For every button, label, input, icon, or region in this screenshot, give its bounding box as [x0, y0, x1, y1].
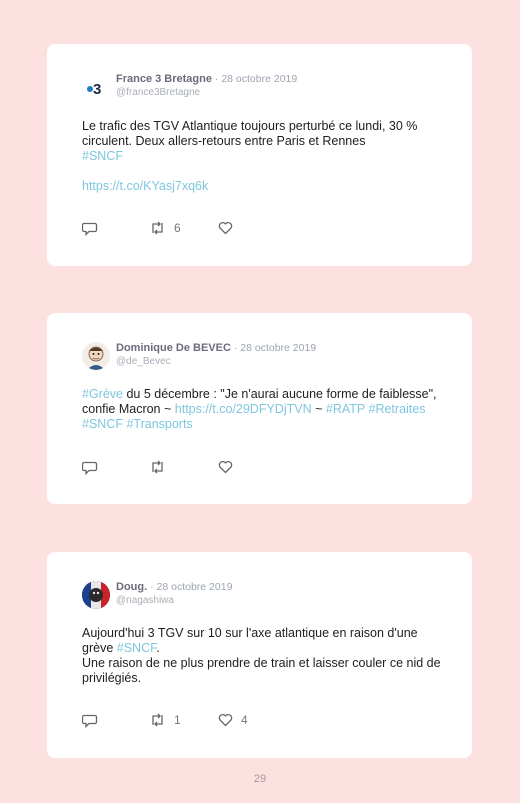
page-number: 29 — [253, 773, 267, 785]
tweet-actions — [82, 460, 442, 476]
reply-icon — [82, 461, 98, 475]
retweet-count: 6 — [174, 221, 181, 235]
retweet-button[interactable] — [149, 460, 174, 474]
author-name[interactable]: France 3 Bretagne — [116, 73, 212, 85]
author-handle[interactable]: @nagashiwa — [116, 594, 232, 607]
author-name[interactable]: Doug. — [116, 581, 147, 593]
tweet-header: France 3 Bretagne · 28 octobre 2019 @fra… — [116, 73, 297, 99]
cartoon-avatar-icon[interactable] — [82, 342, 110, 370]
heart-icon — [218, 460, 233, 474]
tweet-card: 3 France 3 Bretagne · 28 octobre 2019 @f… — [47, 44, 472, 266]
reply-icon — [82, 222, 98, 236]
reply-button[interactable] — [82, 221, 98, 236]
url-link[interactable]: https://t.co/KYasj7xq6k — [82, 179, 208, 193]
separator: · — [230, 342, 241, 354]
like-button[interactable] — [218, 221, 241, 235]
separator: · — [147, 581, 157, 593]
tweet-date[interactable]: 28 octobre 2019 — [157, 581, 233, 593]
tweet-date[interactable]: 28 octobre 2019 — [240, 342, 316, 354]
heart-icon — [218, 221, 233, 235]
retweet-icon — [152, 221, 163, 235]
france3-logo-icon[interactable]: 3 — [82, 73, 110, 101]
reply-button[interactable] — [82, 713, 98, 728]
author-handle[interactable]: @france3Bretagne — [116, 86, 297, 99]
retweet-icon — [152, 713, 163, 727]
separator: · — [211, 73, 222, 85]
svg-text:3: 3 — [93, 81, 101, 98]
tweet-text-body-2: Une raison de ne plus prendre de train e… — [82, 656, 441, 685]
tweet-card: Doug. · 28 octobre 2019 @nagashiwa Aujou… — [47, 552, 472, 758]
tweet-text-punct: . — [156, 641, 160, 655]
flag-avatar-icon[interactable] — [82, 581, 110, 609]
reply-icon — [82, 714, 98, 728]
tweet-text-body: Le trafic des TGV Atlantique toujours pe… — [82, 119, 418, 148]
heart-icon — [218, 713, 233, 727]
like-button[interactable] — [218, 460, 241, 474]
retweet-count: 1 — [174, 713, 181, 727]
tweet-date[interactable]: 28 octobre 2019 — [221, 73, 297, 85]
tweet-header: Dominique De BEVEC · 28 octobre 2019 @de… — [116, 342, 316, 368]
tweet-text: #Grève du 5 décembre : "Je n'aurai aucun… — [82, 387, 442, 432]
hashtag-link[interactable]: #SNCF — [117, 641, 157, 655]
hashtag-link[interactable]: #SNCF — [82, 149, 123, 163]
author-name[interactable]: Dominique De BEVEC — [116, 342, 231, 354]
reply-button[interactable] — [82, 460, 98, 475]
like-count: 4 — [241, 713, 248, 727]
retweet-button[interactable]: 6 — [149, 221, 181, 235]
tweet-actions: 6 — [82, 221, 442, 237]
tweet-text: Le trafic des TGV Atlantique toujours pe… — [82, 119, 442, 194]
retweet-button[interactable]: 1 — [149, 713, 181, 727]
tweet-header: Doug. · 28 octobre 2019 @nagashiwa — [116, 581, 232, 607]
tweet-actions: 1 4 — [82, 713, 442, 729]
like-button[interactable]: 4 — [218, 713, 248, 727]
retweet-icon — [152, 460, 163, 474]
tweet-card: Dominique De BEVEC · 28 octobre 2019 @de… — [47, 313, 472, 504]
hashtag-link[interactable]: #Grève — [82, 387, 123, 401]
url-link[interactable]: https://t.co/29DFYDjTVN — [175, 402, 312, 416]
author-handle[interactable]: @de_Bevec — [116, 355, 316, 368]
tweet-text: Aujourd'hui 3 TGV sur 10 sur l'axe atlan… — [82, 626, 442, 686]
tweet-text-tail: ~ — [311, 402, 323, 416]
